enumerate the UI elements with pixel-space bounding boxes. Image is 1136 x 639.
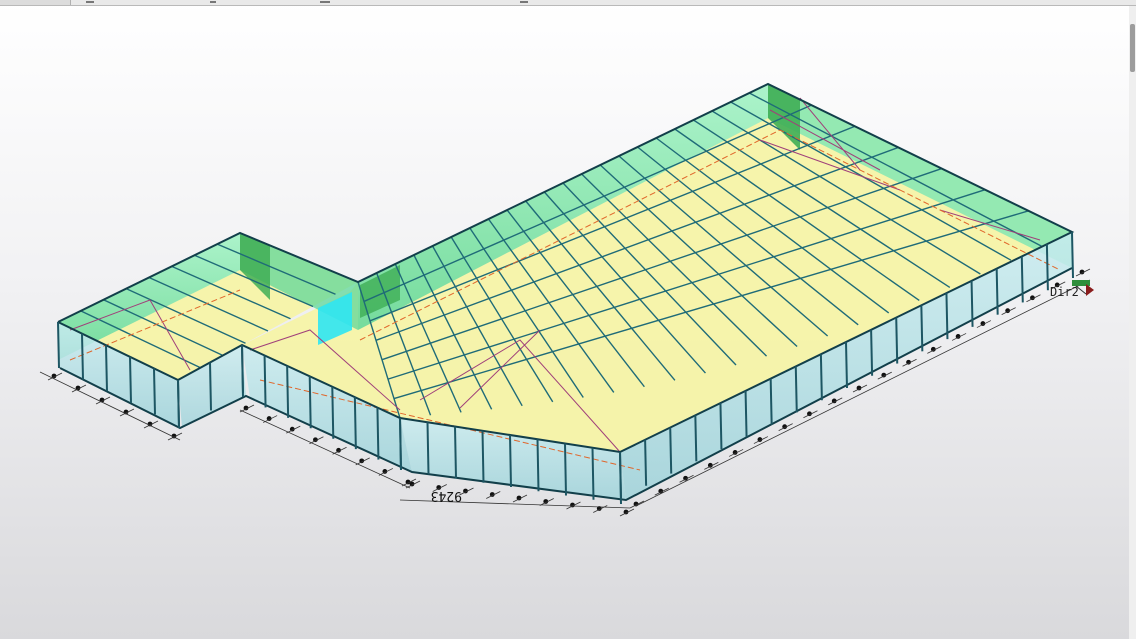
column [509, 434, 512, 488]
column [769, 378, 773, 425]
scrollbar-thumb[interactable] [1130, 24, 1135, 72]
column [241, 344, 244, 394]
toolbar-glyph [210, 1, 216, 3]
column [744, 390, 748, 437]
column [1020, 256, 1024, 303]
column [564, 443, 567, 496]
column [794, 366, 798, 413]
column [263, 355, 267, 408]
column [308, 376, 312, 429]
direction-label: Dir2 [1050, 285, 1079, 299]
column [644, 439, 648, 486]
column [426, 422, 430, 475]
toolbar-tab[interactable] [0, 0, 71, 5]
column [1071, 231, 1074, 279]
column [970, 280, 974, 327]
column [177, 379, 180, 429]
column [870, 329, 874, 376]
column [57, 321, 60, 369]
column [286, 365, 290, 418]
column [481, 430, 485, 483]
column [536, 439, 540, 492]
column [669, 427, 673, 474]
column [995, 268, 999, 315]
toolbar-glyph [520, 1, 528, 3]
column [353, 397, 357, 450]
column [619, 451, 622, 505]
vertical-scrollbar[interactable] [1129, 6, 1136, 639]
column [591, 447, 595, 500]
toolbar-glyph [320, 1, 330, 3]
column [895, 317, 899, 364]
column [81, 333, 84, 380]
column [819, 354, 823, 401]
dimension-text: 9243 [431, 488, 462, 503]
column [694, 415, 698, 462]
column [376, 407, 380, 460]
column [920, 305, 924, 352]
column [129, 356, 132, 403]
column [153, 368, 156, 415]
column [719, 403, 723, 450]
column [105, 345, 108, 392]
toolbar-glyph [86, 1, 94, 3]
column [845, 341, 848, 389]
steel-building-model[interactable]: 9243 Dir2 [0, 6, 1129, 639]
column [945, 293, 949, 340]
column [1045, 244, 1049, 291]
column [399, 417, 402, 471]
column [331, 386, 335, 439]
model-3d-viewport[interactable]: 9243 Dir2 [0, 6, 1129, 639]
column [454, 426, 457, 479]
column [209, 362, 212, 411]
